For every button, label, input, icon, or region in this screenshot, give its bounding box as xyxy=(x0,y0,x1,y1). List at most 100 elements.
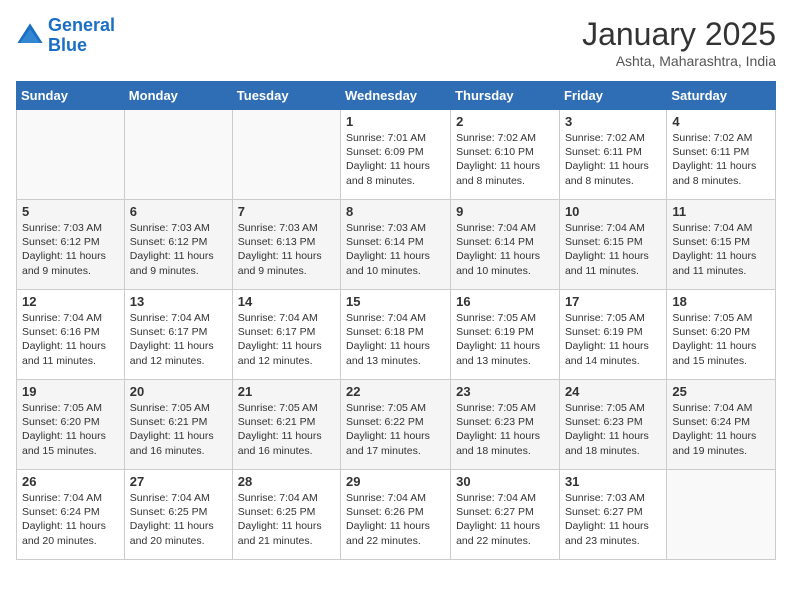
day-info: Sunrise: 7:05 AM Sunset: 6:20 PM Dayligh… xyxy=(672,311,770,368)
calendar-day-cell: 11 Sunrise: 7:04 AM Sunset: 6:15 PM Dayli… xyxy=(667,200,776,290)
day-number: 7 xyxy=(238,204,335,219)
day-number: 6 xyxy=(130,204,227,219)
weekday-header: Tuesday xyxy=(232,82,340,110)
calendar-week-row: 5 Sunrise: 7:03 AM Sunset: 6:12 PM Daylig… xyxy=(17,200,776,290)
day-number: 5 xyxy=(22,204,119,219)
calendar-day-cell: 31 Sunrise: 7:03 AM Sunset: 6:27 PM Dayli… xyxy=(559,470,666,560)
calendar-week-row: 1 Sunrise: 7:01 AM Sunset: 6:09 PM Daylig… xyxy=(17,110,776,200)
day-number: 20 xyxy=(130,384,227,399)
day-number: 4 xyxy=(672,114,770,129)
calendar-day-cell: 21 Sunrise: 7:05 AM Sunset: 6:21 PM Dayli… xyxy=(232,380,340,470)
day-number: 16 xyxy=(456,294,554,309)
day-info: Sunrise: 7:03 AM Sunset: 6:27 PM Dayligh… xyxy=(565,491,661,548)
day-info: Sunrise: 7:05 AM Sunset: 6:19 PM Dayligh… xyxy=(456,311,554,368)
day-number: 15 xyxy=(346,294,445,309)
day-number: 10 xyxy=(565,204,661,219)
calendar-day-cell: 28 Sunrise: 7:04 AM Sunset: 6:25 PM Dayli… xyxy=(232,470,340,560)
day-number: 2 xyxy=(456,114,554,129)
day-number: 17 xyxy=(565,294,661,309)
day-info: Sunrise: 7:02 AM Sunset: 6:11 PM Dayligh… xyxy=(565,131,661,188)
day-number: 1 xyxy=(346,114,445,129)
calendar-day-cell: 4 Sunrise: 7:02 AM Sunset: 6:11 PM Daylig… xyxy=(667,110,776,200)
calendar-day-cell: 24Sunrise: 7:05 AM Sunset: 6:23 PM Dayli… xyxy=(559,380,666,470)
day-info: Sunrise: 7:05 AM Sunset: 6:19 PM Dayligh… xyxy=(565,311,661,368)
day-info: Sunrise: 7:03 AM Sunset: 6:12 PM Dayligh… xyxy=(22,221,119,278)
calendar-day-cell xyxy=(667,470,776,560)
calendar-day-cell: 27 Sunrise: 7:04 AM Sunset: 6:25 PM Dayli… xyxy=(124,470,232,560)
day-number: 9 xyxy=(456,204,554,219)
calendar-week-row: 19 Sunrise: 7:05 AM Sunset: 6:20 PM Dayli… xyxy=(17,380,776,470)
weekday-header: Monday xyxy=(124,82,232,110)
day-info: Sunrise: 7:03 AM Sunset: 6:12 PM Dayligh… xyxy=(130,221,227,278)
day-number: 14 xyxy=(238,294,335,309)
day-info: Sunrise: 7:04 AM Sunset: 6:24 PM Dayligh… xyxy=(22,491,119,548)
day-number: 29 xyxy=(346,474,445,489)
day-info: Sunrise: 7:05 AM Sunset: 6:23 PM Dayligh… xyxy=(456,401,554,458)
calendar-day-cell: 22Sunrise: 7:05 AM Sunset: 6:22 PM Dayli… xyxy=(341,380,451,470)
calendar-day-cell xyxy=(232,110,340,200)
calendar-day-cell: 18 Sunrise: 7:05 AM Sunset: 6:20 PM Dayli… xyxy=(667,290,776,380)
day-number: 25 xyxy=(672,384,770,399)
day-number: 18 xyxy=(672,294,770,309)
day-number: 11 xyxy=(672,204,770,219)
logo: General Blue xyxy=(16,16,115,56)
calendar-day-cell: 17 Sunrise: 7:05 AM Sunset: 6:19 PM Dayli… xyxy=(559,290,666,380)
logo-icon xyxy=(16,22,44,50)
day-info: Sunrise: 7:04 AM Sunset: 6:18 PM Dayligh… xyxy=(346,311,445,368)
day-info: Sunrise: 7:02 AM Sunset: 6:10 PM Dayligh… xyxy=(456,131,554,188)
title-block: January 2025 Ashta, Maharashtra, India xyxy=(582,16,776,69)
day-number: 27 xyxy=(130,474,227,489)
calendar-day-cell: 1 Sunrise: 7:01 AM Sunset: 6:09 PM Daylig… xyxy=(341,110,451,200)
weekday-row: SundayMondayTuesdayWednesdayThursdayFrid… xyxy=(17,82,776,110)
day-info: Sunrise: 7:04 AM Sunset: 6:17 PM Dayligh… xyxy=(130,311,227,368)
day-number: 13 xyxy=(130,294,227,309)
calendar-day-cell: 16 Sunrise: 7:05 AM Sunset: 6:19 PM Dayli… xyxy=(451,290,560,380)
day-number: 3 xyxy=(565,114,661,129)
calendar-day-cell: 3 Sunrise: 7:02 AM Sunset: 6:11 PM Daylig… xyxy=(559,110,666,200)
day-info: Sunrise: 7:03 AM Sunset: 6:14 PM Dayligh… xyxy=(346,221,445,278)
day-info: Sunrise: 7:05 AM Sunset: 6:23 PM Dayligh… xyxy=(565,401,661,458)
day-number: 21 xyxy=(238,384,335,399)
day-number: 23 xyxy=(456,384,554,399)
calendar-day-cell: 13 Sunrise: 7:04 AM Sunset: 6:17 PM Dayli… xyxy=(124,290,232,380)
day-info: Sunrise: 7:05 AM Sunset: 6:21 PM Dayligh… xyxy=(130,401,227,458)
calendar-body: 1 Sunrise: 7:01 AM Sunset: 6:09 PM Daylig… xyxy=(17,110,776,560)
weekday-header: Friday xyxy=(559,82,666,110)
calendar-day-cell: 26Sunrise: 7:04 AM Sunset: 6:24 PM Dayli… xyxy=(17,470,125,560)
calendar-day-cell: 5 Sunrise: 7:03 AM Sunset: 6:12 PM Daylig… xyxy=(17,200,125,290)
day-number: 30 xyxy=(456,474,554,489)
weekday-header: Sunday xyxy=(17,82,125,110)
calendar-day-cell: 9Sunrise: 7:04 AM Sunset: 6:14 PM Daylig… xyxy=(451,200,560,290)
day-info: Sunrise: 7:04 AM Sunset: 6:25 PM Dayligh… xyxy=(130,491,227,548)
day-info: Sunrise: 7:05 AM Sunset: 6:20 PM Dayligh… xyxy=(22,401,119,458)
day-info: Sunrise: 7:04 AM Sunset: 6:16 PM Dayligh… xyxy=(22,311,119,368)
calendar-day-cell xyxy=(17,110,125,200)
calendar-day-cell: 30Sunrise: 7:04 AM Sunset: 6:27 PM Dayli… xyxy=(451,470,560,560)
calendar-day-cell: 15 Sunrise: 7:04 AM Sunset: 6:18 PM Dayli… xyxy=(341,290,451,380)
day-info: Sunrise: 7:04 AM Sunset: 6:15 PM Dayligh… xyxy=(672,221,770,278)
day-info: Sunrise: 7:03 AM Sunset: 6:13 PM Dayligh… xyxy=(238,221,335,278)
calendar-day-cell: 29 Sunrise: 7:04 AM Sunset: 6:26 PM Dayli… xyxy=(341,470,451,560)
calendar-day-cell: 7 Sunrise: 7:03 AM Sunset: 6:13 PM Daylig… xyxy=(232,200,340,290)
day-number: 19 xyxy=(22,384,119,399)
day-info: Sunrise: 7:04 AM Sunset: 6:26 PM Dayligh… xyxy=(346,491,445,548)
day-number: 12 xyxy=(22,294,119,309)
day-info: Sunrise: 7:02 AM Sunset: 6:11 PM Dayligh… xyxy=(672,131,770,188)
month-title: January 2025 xyxy=(582,16,776,53)
day-number: 28 xyxy=(238,474,335,489)
day-info: Sunrise: 7:04 AM Sunset: 6:25 PM Dayligh… xyxy=(238,491,335,548)
day-number: 31 xyxy=(565,474,661,489)
day-number: 8 xyxy=(346,204,445,219)
day-info: Sunrise: 7:01 AM Sunset: 6:09 PM Dayligh… xyxy=(346,131,445,188)
calendar-day-cell: 20 Sunrise: 7:05 AM Sunset: 6:21 PM Dayli… xyxy=(124,380,232,470)
calendar-header: SundayMondayTuesdayWednesdayThursdayFrid… xyxy=(17,82,776,110)
page-header: General Blue January 2025 Ashta, Maharas… xyxy=(16,16,776,69)
day-info: Sunrise: 7:05 AM Sunset: 6:21 PM Dayligh… xyxy=(238,401,335,458)
day-info: Sunrise: 7:04 AM Sunset: 6:24 PM Dayligh… xyxy=(672,401,770,458)
day-info: Sunrise: 7:04 AM Sunset: 6:15 PM Dayligh… xyxy=(565,221,661,278)
calendar-week-row: 26Sunrise: 7:04 AM Sunset: 6:24 PM Dayli… xyxy=(17,470,776,560)
calendar-day-cell: 8 Sunrise: 7:03 AM Sunset: 6:14 PM Daylig… xyxy=(341,200,451,290)
day-number: 22 xyxy=(346,384,445,399)
calendar-week-row: 12 Sunrise: 7:04 AM Sunset: 6:16 PM Dayli… xyxy=(17,290,776,380)
calendar-day-cell: 6 Sunrise: 7:03 AM Sunset: 6:12 PM Daylig… xyxy=(124,200,232,290)
